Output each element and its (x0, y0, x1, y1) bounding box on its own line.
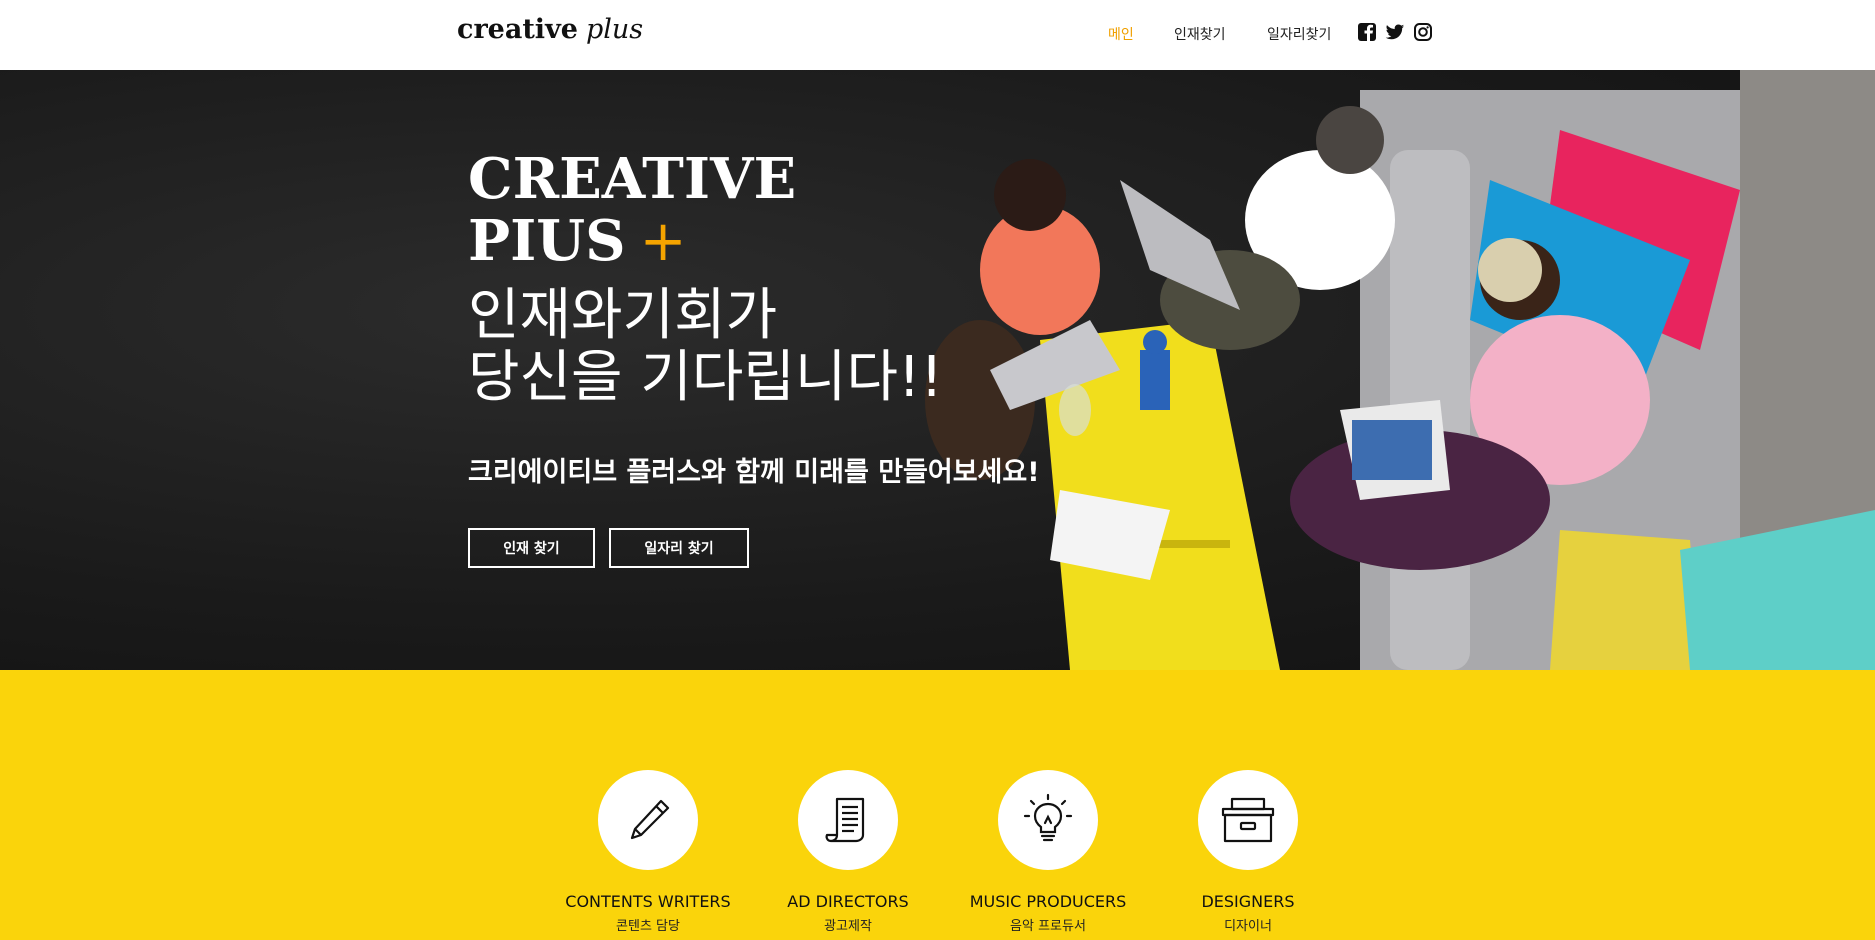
scroll-icon (825, 797, 865, 843)
tablet-screen-shape (1352, 420, 1432, 480)
hero-subtitle: 크리에이티브 플러스와 함께 미래를 만들어보세요! (468, 457, 1040, 488)
pencil-icon (630, 799, 670, 840)
category-subtitle: 콘텐츠 담당 (616, 919, 680, 934)
archive-box-icon (1221, 797, 1275, 843)
category-title: CONTENTS WRITERS (565, 892, 731, 911)
hero-title-pius: PIUS (468, 208, 626, 274)
yellow-pillow-shape (1550, 530, 1700, 670)
logo-sub-text: plus (585, 14, 644, 45)
hero-title-line4: 당신을 기다립니다!! (468, 345, 943, 410)
category-title: DESIGNERS (1201, 892, 1295, 911)
category-ad-directors[interactable]: AD DIRECTORS 광고제작 (748, 770, 948, 934)
nav-find-jobs[interactable]: 일자리찾기 (1267, 24, 1331, 44)
category-music-producers[interactable]: MUSIC PRODUCERS 음악 프로듀서 (948, 770, 1148, 934)
category-icon-circle (598, 770, 698, 870)
robot-toy-shape (1140, 350, 1170, 410)
categories-section: CONTENTS WRITERS 콘텐츠 담당 AD DIRECTORS 광고제… (0, 670, 1875, 940)
category-contents-writers[interactable]: CONTENTS WRITERS 콘텐츠 담당 (548, 770, 748, 934)
category-icon-circle (1198, 770, 1298, 870)
category-title: MUSIC PRODUCERS (969, 892, 1127, 911)
hero-title-line2: PIUS + (468, 208, 687, 274)
glass-shape (1059, 384, 1091, 436)
site-logo[interactable]: creative plus (457, 14, 643, 45)
nav-find-talent[interactable]: 인재찾기 (1174, 24, 1226, 44)
man-hair-shape (1316, 106, 1384, 174)
instagram-icon[interactable] (1413, 22, 1433, 42)
site-header: creative plus 메인 인재찾기 일자리찾기 (0, 0, 1875, 70)
category-subtitle: 디자이너 (1224, 919, 1272, 934)
category-subtitle: 광고제작 (824, 919, 872, 934)
logo-main-text: creative (457, 14, 578, 45)
hero-section: CREATIVE PIUS + 인재와기회가 당신을 기다립니다!! 크리에이티브… (0, 70, 1875, 670)
twitter-icon[interactable] (1385, 22, 1405, 42)
category-subtitle: 음악 프로듀서 (1010, 919, 1086, 934)
plus-icon: + (639, 209, 687, 274)
category-title: AD DIRECTORS (787, 892, 909, 911)
find-talent-button[interactable]: 인재 찾기 (468, 528, 595, 568)
robot-head-shape (1143, 330, 1167, 354)
lightbulb-icon (1023, 793, 1073, 842)
nav-main[interactable]: 메인 (1108, 24, 1134, 44)
facebook-icon[interactable] (1357, 22, 1377, 42)
category-icon-circle (998, 770, 1098, 870)
find-jobs-button[interactable]: 일자리 찾기 (609, 528, 749, 568)
woman-hair-shape (994, 159, 1066, 231)
hero-title-line1: CREATIVE (468, 146, 797, 212)
person-hair-shape (1478, 238, 1542, 302)
category-icon-circle (798, 770, 898, 870)
category-designers[interactable]: DESIGNERS 디자이너 (1148, 770, 1348, 934)
